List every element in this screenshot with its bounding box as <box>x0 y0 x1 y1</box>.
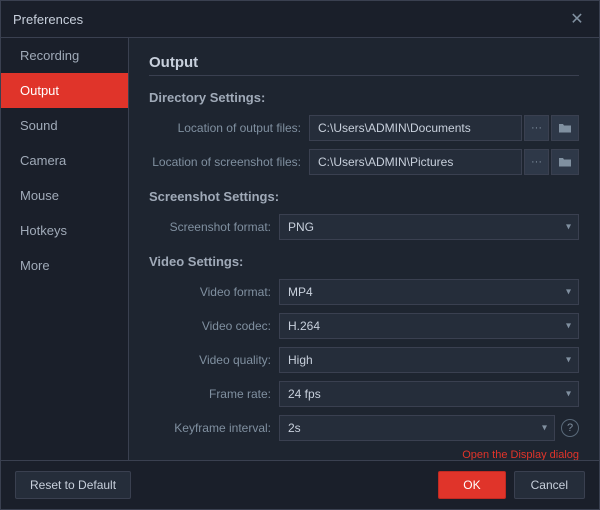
video-settings-title: Video Settings: <box>149 254 579 269</box>
content-area: Output Directory Settings: Location of o… <box>129 38 599 460</box>
video-quality-wrapper: High Medium Low ▾ <box>279 347 579 373</box>
screenshot-files-label: Location of screenshot files: <box>149 155 309 169</box>
output-files-buttons: ··· <box>524 115 579 141</box>
reset-button[interactable]: Reset to Default <box>15 471 131 499</box>
video-quality-select[interactable]: High Medium Low <box>279 347 579 373</box>
video-quality-row: Video quality: High Medium Low ▾ <box>149 347 579 373</box>
screenshot-format-label: Screenshot format: <box>149 220 279 234</box>
screenshot-format-select[interactable]: PNG JPG BMP <box>279 214 579 240</box>
sidebar-item-hotkeys[interactable]: Hotkeys <box>1 213 128 248</box>
output-files-ellipsis[interactable]: ··· <box>524 115 549 141</box>
sidebar-item-sound[interactable]: Sound <box>1 108 128 143</box>
keyframe-controls: 2s 4s 8s ▾ ? <box>279 415 579 441</box>
screenshot-files-row: Location of screenshot files: ··· <box>149 149 579 175</box>
keyframe-select[interactable]: 2s 4s 8s <box>279 415 555 441</box>
video-codec-wrapper: H.264 H.265 VP9 ▾ <box>279 313 579 339</box>
folder-icon-2 <box>558 156 572 168</box>
framerate-wrapper: 24 fps 30 fps 60 fps ▾ <box>279 381 579 407</box>
video-codec-label: Video codec: <box>149 319 279 333</box>
framerate-select[interactable]: 24 fps 30 fps 60 fps <box>279 381 579 407</box>
framerate-label: Frame rate: <box>149 387 279 401</box>
page-title: Output <box>149 54 579 76</box>
video-format-wrapper: MP4 AVI MOV ▾ <box>279 279 579 305</box>
screenshot-files-ellipsis[interactable]: ··· <box>524 149 549 175</box>
help-icon[interactable]: ? <box>561 419 579 437</box>
screenshot-format-row: Screenshot format: PNG JPG BMP ▾ <box>149 214 579 240</box>
framerate-row: Frame rate: 24 fps 30 fps 60 fps ▾ <box>149 381 579 407</box>
output-files-label: Location of output files: <box>149 121 309 135</box>
sidebar-item-output[interactable]: Output <box>1 73 128 108</box>
cancel-button[interactable]: Cancel <box>514 471 585 499</box>
sidebar-item-recording[interactable]: Recording <box>1 38 128 73</box>
title-bar: Preferences ✕ <box>1 1 599 38</box>
window-title: Preferences <box>13 12 83 27</box>
display-dialog-row: Open the Display dialog <box>149 449 579 460</box>
sidebar: Recording Output Sound Camera Mouse Hotk… <box>1 38 129 460</box>
output-files-folder[interactable] <box>551 115 579 141</box>
video-format-label: Video format: <box>149 285 279 299</box>
keyframe-wrapper: 2s 4s 8s ▾ <box>279 415 555 441</box>
close-button[interactable]: ✕ <box>567 9 587 29</box>
screenshot-files-folder[interactable] <box>551 149 579 175</box>
preferences-window: Preferences ✕ Recording Output Sound Cam… <box>0 0 600 510</box>
video-codec-select[interactable]: H.264 H.265 VP9 <box>279 313 579 339</box>
screenshot-files-input[interactable] <box>309 149 522 175</box>
video-format-select[interactable]: MP4 AVI MOV <box>279 279 579 305</box>
video-codec-row: Video codec: H.264 H.265 VP9 ▾ <box>149 313 579 339</box>
sidebar-item-camera[interactable]: Camera <box>1 143 128 178</box>
bottom-bar: Reset to Default OK Cancel <box>1 460 599 509</box>
display-dialog-link[interactable]: Open the Display dialog <box>462 449 579 460</box>
sidebar-item-more[interactable]: More <box>1 248 128 283</box>
video-quality-label: Video quality: <box>149 353 279 367</box>
right-buttons: OK Cancel <box>438 471 585 499</box>
screenshot-settings-title: Screenshot Settings: <box>149 189 579 204</box>
video-format-row: Video format: MP4 AVI MOV ▾ <box>149 279 579 305</box>
keyframe-row: Keyframe interval: 2s 4s 8s ▾ ? <box>149 415 579 441</box>
ok-button[interactable]: OK <box>438 471 505 499</box>
keyframe-label: Keyframe interval: <box>149 421 279 435</box>
sidebar-item-mouse[interactable]: Mouse <box>1 178 128 213</box>
output-files-row: Location of output files: ··· <box>149 115 579 141</box>
output-files-input[interactable] <box>309 115 522 141</box>
directory-settings-title: Directory Settings: <box>149 90 579 105</box>
main-layout: Recording Output Sound Camera Mouse Hotk… <box>1 38 599 460</box>
folder-icon <box>558 122 572 134</box>
screenshot-files-buttons: ··· <box>524 149 579 175</box>
screenshot-format-wrapper: PNG JPG BMP ▾ <box>279 214 579 240</box>
